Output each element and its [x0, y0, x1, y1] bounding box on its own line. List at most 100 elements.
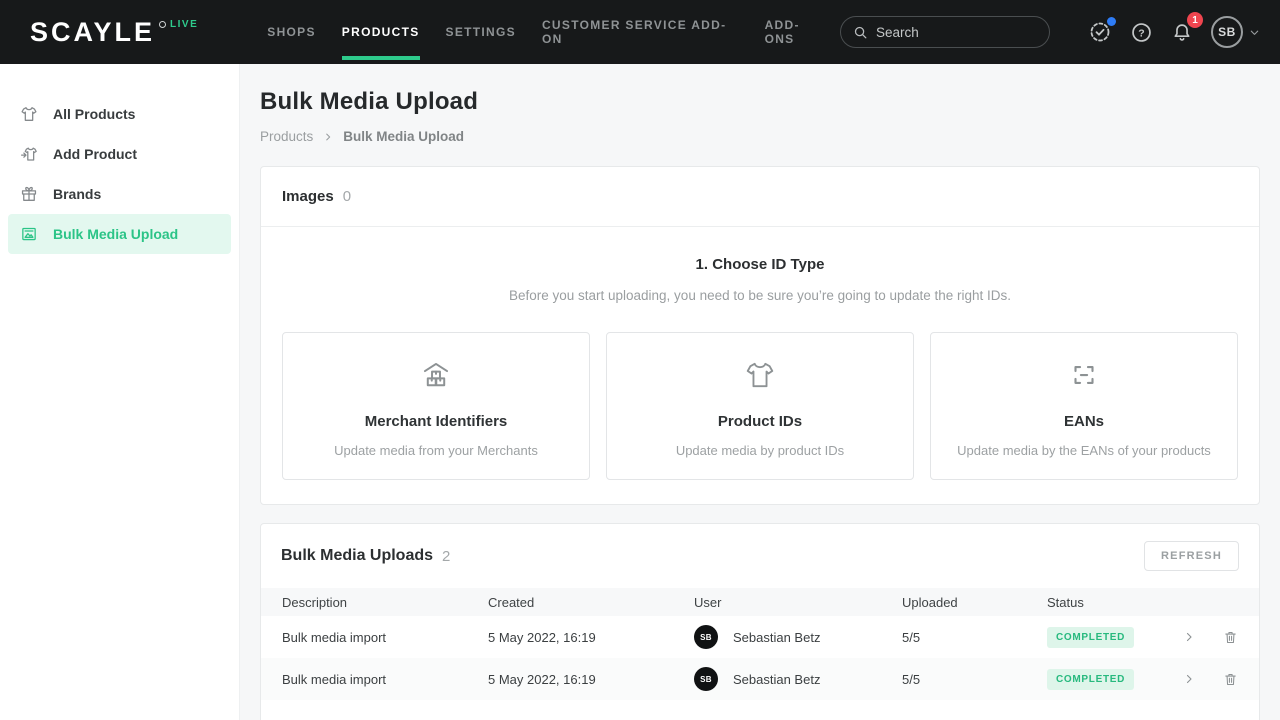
notifications-button[interactable]: 1: [1169, 19, 1195, 45]
option-description: Update media from your Merchants: [334, 443, 538, 458]
nav-item-customer-service-add-on[interactable]: CUSTOMER SERVICE ADD-ON: [529, 0, 752, 64]
uploads-card-title: Bulk Media Uploads: [281, 547, 433, 565]
live-badge: LIVE: [170, 19, 198, 30]
merchant-icon: [419, 357, 453, 393]
refresh-button[interactable]: REFRESH: [1144, 541, 1239, 571]
row-delete-button[interactable]: [1204, 630, 1238, 645]
option-merchant-identifiers[interactable]: Merchant Identifiers Update media from y…: [282, 332, 590, 480]
search-box[interactable]: [840, 16, 1050, 48]
chevron-right-icon: [1183, 631, 1195, 643]
cell-description: Bulk media import: [282, 630, 488, 645]
option-title: Product IDs: [718, 413, 802, 430]
breadcrumb: Products Bulk Media Upload: [260, 129, 1260, 144]
sidebar: All Products Add Product Brands: [0, 64, 240, 720]
sidebar-item-all-products[interactable]: All Products: [8, 94, 231, 134]
table-row[interactable]: Bulk media import 5 May 2022, 16:19 SB S…: [261, 658, 1259, 700]
sidebar-item-bulk-media-upload[interactable]: Bulk Media Upload: [8, 214, 231, 254]
cell-description: Bulk media import: [282, 672, 488, 687]
chevron-right-icon: [323, 132, 333, 142]
cell-uploaded: 5/5: [902, 630, 1047, 645]
table-row[interactable]: Bulk media import 5 May 2022, 16:19 SB S…: [261, 616, 1259, 658]
topbar: SCAYLE LIVE SHOPS PRODUCTS SETTINGS CUST…: [0, 0, 1280, 64]
chevron-down-icon: [1249, 27, 1260, 38]
cell-status: COMPLETED: [1047, 669, 1174, 690]
sidebar-item-label: All Products: [53, 106, 135, 122]
id-type-options: Merchant Identifiers Update media from y…: [281, 332, 1239, 480]
user-name: Sebastian Betz: [733, 630, 820, 645]
option-eans[interactable]: EANs Update media by the EANs of your pr…: [930, 332, 1238, 480]
sidebar-item-label: Add Product: [53, 146, 137, 162]
nav-item-shops[interactable]: SHOPS: [254, 0, 329, 64]
image-icon: [20, 225, 38, 243]
cell-user: SB Sebastian Betz: [694, 667, 902, 691]
images-card: Images 0 1. Choose ID Type Before you st…: [260, 166, 1260, 505]
tshirt-icon: [20, 105, 38, 123]
ean-scan-icon: [1067, 357, 1101, 393]
search-input[interactable]: [876, 25, 1026, 40]
column-status: Status: [1047, 595, 1174, 610]
column-created: Created: [488, 595, 694, 610]
option-title: EANs: [1064, 413, 1104, 430]
scayle-logo[interactable]: SCAYLE LIVE: [30, 17, 198, 47]
notification-count-badge: 1: [1187, 12, 1203, 28]
option-product-ids[interactable]: Product IDs Update media by product IDs: [606, 332, 914, 480]
breadcrumb-current: Bulk Media Upload: [343, 129, 464, 144]
cell-created: 5 May 2022, 16:19: [488, 672, 694, 687]
cell-created: 5 May 2022, 16:19: [488, 630, 694, 645]
table-header: Description Created User Uploaded Status: [261, 588, 1259, 616]
user-name: Sebastian Betz: [733, 672, 820, 687]
cell-user: SB Sebastian Betz: [694, 625, 902, 649]
uploads-count: 2: [442, 548, 450, 565]
tshirt-add-icon: [20, 145, 38, 163]
tshirt-icon: [744, 357, 776, 393]
avatar: SB: [694, 667, 718, 691]
avatar: SB: [1211, 16, 1243, 48]
nav-item-settings[interactable]: SETTINGS: [433, 0, 529, 64]
trash-icon: [1223, 672, 1238, 687]
column-user: User: [694, 595, 902, 610]
main-content: Bulk Media Upload Products Bulk Media Up…: [240, 64, 1280, 720]
avatar: SB: [694, 625, 718, 649]
help-button[interactable]: ?: [1128, 19, 1154, 45]
choose-id-type-section: 1. Choose ID Type Before you start uploa…: [261, 227, 1259, 504]
sidebar-item-brands[interactable]: Brands: [8, 174, 231, 214]
cell-status: COMPLETED: [1047, 627, 1174, 648]
sidebar-item-label: Bulk Media Upload: [53, 226, 178, 242]
uploads-card: Bulk Media Uploads 2 REFRESH Description…: [260, 523, 1260, 720]
uploads-card-header: Bulk Media Uploads 2 REFRESH: [261, 524, 1259, 588]
user-menu[interactable]: SB: [1211, 16, 1260, 48]
cell-uploaded: 5/5: [902, 672, 1047, 687]
row-delete-button[interactable]: [1204, 672, 1238, 687]
nav-item-add-ons[interactable]: ADD-ONS: [752, 0, 840, 64]
step-description: Before you start uploading, you need to …: [281, 288, 1239, 303]
status-badge: COMPLETED: [1047, 627, 1134, 648]
logo-ring-icon: [159, 21, 166, 28]
question-circle-icon: ?: [1130, 21, 1153, 44]
sidebar-item-add-product[interactable]: Add Product: [8, 134, 231, 174]
chevron-right-icon: [1183, 673, 1195, 685]
option-description: Update media by product IDs: [676, 443, 844, 458]
option-description: Update media by the EANs of your product…: [957, 443, 1211, 458]
gift-icon: [20, 185, 38, 203]
images-count: 0: [343, 188, 351, 205]
blue-dot-badge: [1107, 17, 1116, 26]
sidebar-item-label: Brands: [53, 186, 101, 202]
breadcrumb-products[interactable]: Products: [260, 129, 313, 144]
step-title: 1. Choose ID Type: [281, 256, 1239, 273]
nav-item-products[interactable]: PRODUCTS: [329, 0, 433, 64]
logo-text: SCAYLE: [30, 17, 155, 47]
page-title: Bulk Media Upload: [260, 88, 1260, 116]
svg-text:?: ?: [1138, 27, 1144, 39]
images-card-header: Images 0: [261, 167, 1259, 227]
option-title: Merchant Identifiers: [365, 413, 508, 430]
images-card-title: Images: [282, 188, 334, 205]
row-open-button[interactable]: [1174, 673, 1204, 685]
tasks-approval-button[interactable]: [1087, 19, 1113, 45]
search-icon: [853, 25, 868, 40]
row-open-button[interactable]: [1174, 631, 1204, 643]
column-description: Description: [282, 595, 488, 610]
main-nav: SHOPS PRODUCTS SETTINGS CUSTOMER SERVICE…: [254, 0, 840, 64]
column-uploaded: Uploaded: [902, 595, 1047, 610]
trash-icon: [1223, 630, 1238, 645]
status-badge: COMPLETED: [1047, 669, 1134, 690]
